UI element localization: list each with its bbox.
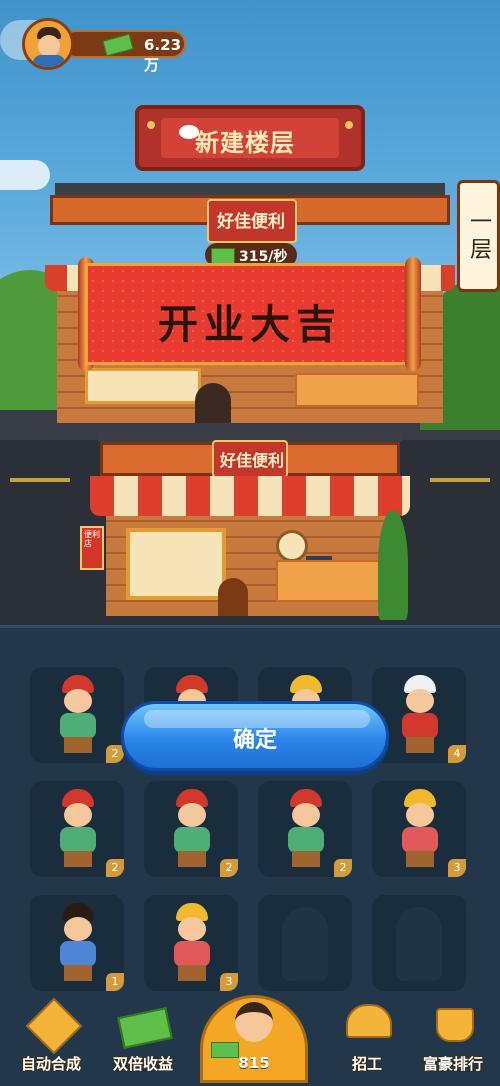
- floor-label: 一层: [469, 210, 492, 263]
- helmet-icon: [346, 1004, 392, 1038]
- worker-character[interactable]: [50, 903, 106, 987]
- worker-slot[interactable]: 1: [30, 895, 124, 991]
- worker-slot[interactable]: [258, 895, 352, 991]
- shop-wall: [106, 516, 394, 616]
- shop-door: [195, 383, 231, 423]
- worker-shirt: [60, 941, 96, 967]
- worker-pants: [64, 851, 92, 867]
- cloud: [0, 160, 50, 190]
- cash-stack-icon: [117, 1007, 173, 1049]
- plant-icon: [378, 510, 408, 620]
- confirm-button[interactable]: 确定: [121, 701, 389, 771]
- side-sign-text: 便利店: [84, 530, 100, 548]
- locked-worker-silhouette: [396, 907, 442, 981]
- worker-character[interactable]: [392, 789, 448, 873]
- worker-slot[interactable]: 2: [258, 781, 352, 877]
- top-hud: 6.23万: [22, 18, 188, 74]
- side-sign: 便利店: [80, 526, 104, 570]
- confirm-label: 确定: [232, 728, 277, 753]
- worker-shirt: [402, 827, 438, 853]
- cash-icon: [211, 248, 235, 264]
- shop-counter: [276, 560, 390, 602]
- opening-banner: 开业大吉: [85, 263, 418, 365]
- shop-awning: [90, 476, 410, 516]
- worker-slot[interactable]: 2: [30, 667, 124, 763]
- bulb-icon: [345, 121, 353, 129]
- worker-slot[interactable]: 2: [30, 781, 124, 877]
- shop-counter: [295, 373, 419, 407]
- banner-text: 开业大吉: [158, 302, 342, 348]
- worker-face: [292, 803, 320, 827]
- shop-sign-text: 好佳便利: [220, 451, 285, 470]
- worker-face-icon: [235, 1002, 273, 1042]
- nav-recruit-label: 招工: [351, 1055, 382, 1073]
- shop-sign: 好佳便利: [207, 199, 297, 243]
- locked-worker-silhouette: [282, 907, 328, 981]
- bulb-icon: [147, 121, 155, 129]
- player-avatar[interactable]: [22, 18, 74, 70]
- worker-character[interactable]: [278, 789, 334, 873]
- cash-icon: [102, 33, 134, 57]
- trophy-icon: [436, 1008, 474, 1042]
- avatar-shirt: [33, 55, 65, 67]
- nav-ranking-label: 富豪排行: [422, 1055, 483, 1073]
- worker-shirt: [174, 827, 210, 853]
- nav-double-income-label: 双倍收益: [112, 1055, 173, 1073]
- worker-character[interactable]: [50, 675, 106, 759]
- worker-face: [406, 689, 434, 713]
- shop-sign-text: 好佳便利: [217, 212, 285, 232]
- floor-tag[interactable]: 一层: [457, 180, 500, 292]
- worker-pants: [178, 851, 206, 867]
- billboard-poles: [135, 87, 365, 105]
- worker-pants: [406, 851, 434, 867]
- road-lane: [10, 478, 70, 482]
- worker-shirt: [402, 713, 438, 739]
- worker-shirt: [60, 827, 96, 853]
- chair-icon: [218, 578, 248, 616]
- worker-face: [406, 803, 434, 827]
- worker-face: [178, 803, 206, 827]
- avatar-face: [38, 35, 60, 57]
- nav-ranking[interactable]: 富豪排行: [414, 1000, 492, 1080]
- worker-slot[interactable]: [372, 895, 466, 991]
- road-lane: [430, 478, 490, 482]
- shop-shelf: [85, 368, 201, 404]
- scroll-roller-right: [405, 257, 421, 371]
- worker-face: [64, 917, 92, 941]
- nav-recruit[interactable]: 招工: [328, 1000, 406, 1080]
- clock-icon: [276, 530, 308, 562]
- worker-face: [64, 689, 92, 713]
- nav-auto-merge-label: 自动合成: [20, 1055, 81, 1073]
- worker-character[interactable]: [50, 789, 106, 873]
- nav-auto-merge[interactable]: 自动合成: [12, 997, 90, 1080]
- billboard-title: 新建楼层: [195, 129, 295, 157]
- worker-slot[interactable]: 2: [144, 781, 238, 877]
- worker-shirt: [174, 941, 210, 967]
- coin-counter: 6.23万: [62, 30, 186, 74]
- worker-face: [64, 803, 92, 827]
- worker-shirt: [60, 713, 96, 739]
- shop-shelf: [126, 528, 226, 600]
- shop-sign: 好佳便利: [212, 440, 288, 478]
- worker-slot[interactable]: 3: [372, 781, 466, 877]
- nav-double-income[interactable]: 双倍收益: [104, 1000, 182, 1080]
- worker-slot[interactable]: 3: [144, 895, 238, 991]
- new-floor-billboard[interactable]: 新建楼层: [135, 105, 365, 171]
- worker-pants: [406, 737, 434, 753]
- shop-preview: 好佳便利 便利店: [80, 430, 410, 625]
- worker-shirt: [288, 827, 324, 853]
- worker-character[interactable]: [164, 789, 220, 873]
- worker-face: [178, 917, 206, 941]
- worker-pants: [178, 965, 206, 981]
- worker-character[interactable]: [392, 675, 448, 759]
- center-count: 815: [238, 1054, 270, 1072]
- worker-pants: [64, 965, 92, 981]
- worker-pants: [292, 851, 320, 867]
- worker-pants: [64, 737, 92, 753]
- magic-wand-icon: [25, 997, 83, 1055]
- coin-amount: 6.23万: [144, 36, 182, 74]
- worker-character[interactable]: [164, 903, 220, 987]
